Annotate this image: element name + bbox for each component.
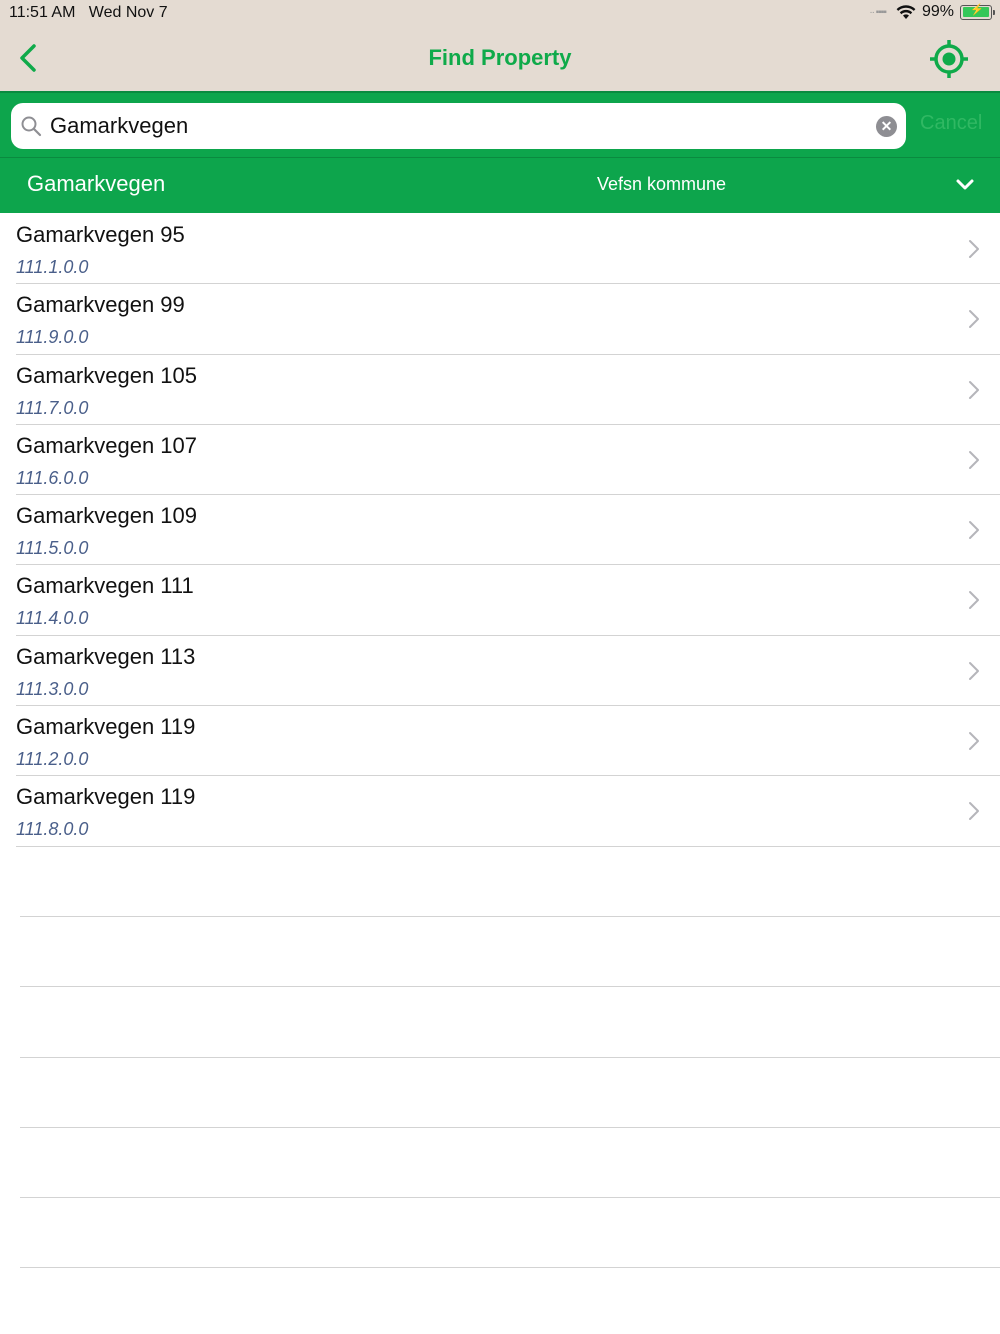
chevron-right-icon	[969, 450, 979, 469]
list-item[interactable]: Gamarkvegen 119 111.8.0.0	[16, 776, 1000, 847]
list-item[interactable]: Gamarkvegen 109 111.5.0.0	[16, 495, 1000, 566]
chevron-right-icon	[969, 310, 979, 329]
search-input[interactable]	[50, 110, 870, 142]
list-item[interactable]: Gamarkvegen 95 111.1.0.0	[16, 214, 1000, 285]
chevron-down-icon[interactable]	[954, 174, 976, 196]
battery-percent: 99%	[921, 3, 954, 20]
search-field-container[interactable]: ✕	[11, 103, 906, 149]
list-item-title: Gamarkvegen 107	[16, 432, 197, 458]
list-item-title: Gamarkvegen 113	[16, 643, 196, 669]
filter-municipality: Vefsn kommune	[597, 174, 727, 194]
navigation-bar: Find Property	[0, 28, 1000, 91]
list-item-title: Gamarkvegen 119	[16, 714, 196, 740]
list-item-id: 111.4.0.0	[16, 608, 89, 629]
chevron-right-icon	[969, 521, 979, 540]
empty-row	[20, 847, 1000, 917]
empty-row	[20, 1128, 1000, 1199]
filter-street-name: Gamarkvegen	[27, 171, 166, 196]
signal-icon: ·· ▪▪▪▪	[869, 6, 887, 18]
list-item-id: 111.6.0.0	[16, 467, 89, 488]
search-icon	[21, 116, 42, 137]
list-item[interactable]: Gamarkvegen 107 111.6.0.0	[16, 425, 1000, 496]
cancel-button[interactable]: Cancel	[920, 112, 982, 135]
list-item-id: 111.1.0.0	[16, 257, 89, 277]
search-bar: ✕ Cancel	[0, 91, 1000, 157]
status-indicators: ·· ▪▪▪▪ 99% ⚡	[869, 3, 995, 21]
clear-search-icon[interactable]: ✕	[876, 116, 897, 137]
status-bar: 11:51 AM Wed Nov 7 ·· ▪▪▪▪ 99% ⚡	[0, 0, 1000, 28]
results-list: Gamarkvegen 95 111.1.0.0 Gamarkvegen 99 111…	[0, 214, 1000, 1269]
list-item-title: Gamarkvegen 109	[16, 503, 197, 529]
list-item-id: 111.7.0.0	[16, 397, 89, 418]
chevron-right-icon	[969, 240, 979, 258]
empty-row	[20, 1058, 1000, 1128]
list-item[interactable]: Gamarkvegen 105 111.7.0.0	[16, 355, 1000, 425]
list-item[interactable]: Gamarkvegen 99 111.9.0.0	[16, 284, 1000, 355]
chevron-right-icon	[969, 802, 979, 821]
list-item[interactable]: Gamarkvegen 111 111.4.0.0	[16, 565, 1000, 636]
list-item-title: Gamarkvegen 111	[16, 573, 194, 599]
page-title: Find Property	[428, 45, 572, 70]
filter-header[interactable]: Gamarkvegen Vefsn kommune	[0, 157, 1000, 213]
list-item-title: Gamarkvegen 95	[16, 222, 185, 247]
list-item-id: 111.5.0.0	[16, 538, 89, 559]
list-item[interactable]: Gamarkvegen 113 111.3.0.0	[16, 636, 1000, 707]
chevron-right-icon	[969, 661, 979, 680]
list-item-title: Gamarkvegen 99	[16, 292, 185, 318]
location-target-icon[interactable]	[928, 38, 970, 80]
chevron-right-icon	[969, 732, 979, 751]
empty-row	[20, 987, 1000, 1058]
empty-row	[20, 1198, 1000, 1269]
battery-icon: ⚡	[960, 4, 995, 20]
list-item[interactable]: Gamarkvegen 119 111.2.0.0	[16, 706, 1000, 777]
list-item-title: Gamarkvegen 105	[16, 362, 197, 388]
empty-row	[20, 917, 1000, 988]
list-item-id: 111.2.0.0	[16, 749, 89, 770]
list-item-id: 111.3.0.0	[16, 678, 89, 699]
chevron-right-icon	[969, 380, 979, 399]
list-item-title: Gamarkvegen 119	[16, 784, 196, 810]
list-item-id: 111.8.0.0	[16, 819, 89, 840]
status-time: 11:51 AM Wed Nov 7	[9, 4, 168, 21]
wifi-icon	[896, 4, 916, 19]
chevron-right-icon	[969, 591, 979, 610]
list-item-id: 111.9.0.0	[16, 327, 89, 348]
